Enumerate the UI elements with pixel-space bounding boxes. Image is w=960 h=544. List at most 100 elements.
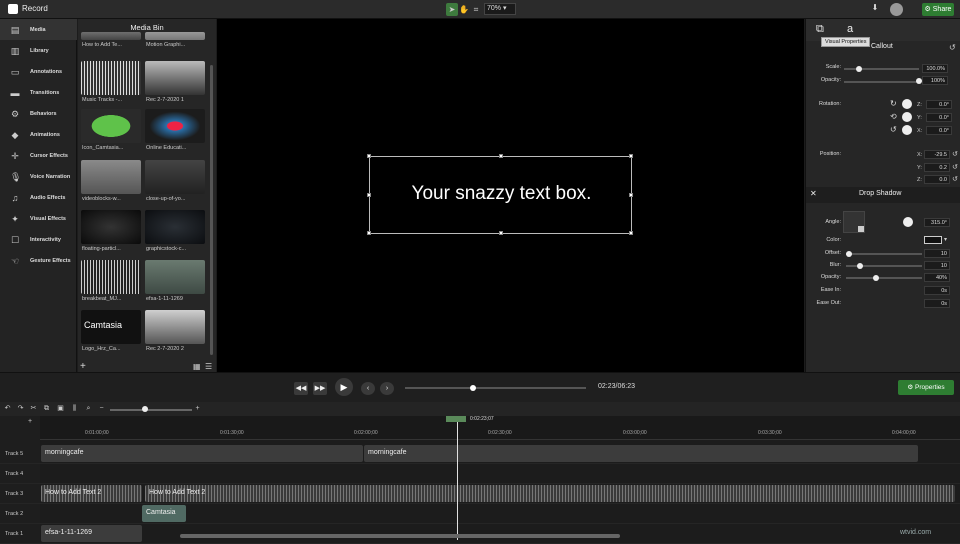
copy-icon[interactable]: ⧉	[42, 404, 51, 413]
undo-icon[interactable]: ↶	[3, 404, 12, 413]
text-properties-tab[interactable]: a	[847, 23, 853, 35]
record-button[interactable]: Record	[22, 4, 48, 13]
resize-handle[interactable]	[499, 154, 503, 158]
avatar[interactable]	[890, 3, 903, 16]
timeline-ruler[interactable]: 0:01:00;00 0:01:30;00 0:02:00;00 0:02:30;00…	[40, 416, 960, 440]
tool-library[interactable]: ▥ Library	[0, 40, 77, 61]
play-button[interactable]: ▶	[335, 378, 353, 396]
resize-handle[interactable]	[629, 231, 633, 235]
zoom-in-icon[interactable]: +	[193, 404, 202, 413]
list-view-icon[interactable]: ☰	[205, 362, 212, 371]
media-thumbnail[interactable]	[81, 210, 141, 244]
media-thumbnail[interactable]	[145, 310, 205, 344]
audio-clip[interactable]: morningcafe	[364, 445, 918, 462]
crop-tool-icon[interactable]: ⌗	[470, 3, 482, 16]
next-button[interactable]: ›	[380, 382, 394, 395]
reset-icon[interactable]: ↺	[952, 150, 958, 158]
pan-tool-icon[interactable]: ✋	[458, 3, 470, 16]
select-tool-icon[interactable]: ➤	[446, 3, 458, 16]
zoom-select[interactable]: 70% ▾	[484, 3, 516, 15]
step-forward-button[interactable]: ▶▶	[313, 382, 327, 395]
media-thumbnail[interactable]	[145, 109, 205, 143]
blur-knob[interactable]	[857, 263, 863, 269]
opacity-field[interactable]: 100%	[922, 76, 948, 85]
scrub-knob[interactable]	[470, 385, 476, 391]
chevron-down-icon[interactable]: ▾	[944, 236, 947, 243]
position-x-field[interactable]: -29.5	[924, 150, 950, 159]
share-button[interactable]: ⚙ Share	[922, 3, 954, 16]
ease-out-field[interactable]: 0s	[924, 299, 950, 308]
media-clip[interactable]: efsa-1-11-1269	[41, 525, 142, 542]
ease-in-field[interactable]: 0s	[924, 286, 950, 295]
resize-handle[interactable]	[629, 154, 633, 158]
download-icon[interactable]: ⬇	[870, 3, 880, 15]
media-bin-scrollbar[interactable]	[210, 65, 213, 355]
media-thumbnail[interactable]	[145, 32, 205, 40]
reset-icon[interactable]: ↺	[949, 43, 956, 52]
blur-field[interactable]: 10	[924, 261, 950, 270]
shadow-opacity-knob[interactable]	[873, 275, 879, 281]
tool-transitions[interactable]: ▬ Transitions	[0, 82, 77, 103]
visual-properties-icon[interactable]: ⧉	[816, 23, 824, 36]
split-icon[interactable]: ⫼	[70, 404, 79, 413]
reset-icon[interactable]: ↺	[952, 175, 958, 183]
rotation-x-field[interactable]: 0.0°	[926, 126, 952, 135]
media-thumbnail[interactable]	[145, 61, 205, 95]
audio-clip[interactable]: morningcafe	[41, 445, 363, 462]
media-thumbnail[interactable]	[145, 210, 205, 244]
rotation-z-dial[interactable]	[902, 99, 912, 109]
logo-clip[interactable]: Camtasia	[142, 505, 186, 522]
zoom-out-icon[interactable]: −	[97, 404, 106, 413]
tool-animations[interactable]: ◆ Animations	[0, 124, 77, 145]
properties-button[interactable]: ⚙ Properties	[898, 380, 954, 395]
video-clip[interactable]: How to Add Text 2	[145, 485, 955, 502]
opacity-slider[interactable]	[844, 81, 919, 83]
angle-grid[interactable]	[843, 211, 865, 233]
redo-icon[interactable]: ↷	[16, 404, 25, 413]
reset-icon[interactable]: ↺	[952, 163, 958, 171]
canvas[interactable]: Your snazzy text box.	[217, 19, 804, 372]
rotation-z-field[interactable]: 0.0°	[926, 100, 952, 109]
callout-textbox[interactable]: Your snazzy text box.	[367, 154, 633, 235]
paste-icon[interactable]: ▣	[56, 404, 65, 413]
tool-interactivity[interactable]: ☐ Interactivity	[0, 229, 77, 250]
cut-icon[interactable]: ✂	[29, 404, 38, 413]
position-y-field[interactable]: 0.2	[924, 163, 950, 172]
playhead-handle[interactable]	[446, 416, 466, 422]
playhead[interactable]	[457, 422, 458, 540]
scrub-bar[interactable]	[405, 387, 586, 389]
timeline-scrollbar[interactable]	[180, 534, 620, 538]
resize-handle[interactable]	[367, 231, 371, 235]
zoom-icon[interactable]: ⌕	[84, 404, 93, 413]
media-thumbnail[interactable]	[81, 260, 141, 294]
media-thumbnail[interactable]	[145, 160, 205, 194]
previous-button[interactable]: ‹	[361, 382, 375, 395]
rotation-x-dial[interactable]	[902, 125, 912, 135]
timeline-zoom-slider[interactable]	[110, 409, 192, 411]
media-thumbnail[interactable]	[145, 260, 205, 294]
step-back-button[interactable]: ◀◀	[294, 382, 308, 395]
tool-gesture-effects[interactable]: ☜ Gesture Effects	[0, 250, 77, 271]
close-icon[interactable]: ✕	[810, 189, 817, 198]
media-thumbnail[interactable]	[81, 160, 141, 194]
offset-slider[interactable]	[846, 253, 922, 255]
resize-handle[interactable]	[367, 154, 371, 158]
offset-field[interactable]: 10	[924, 249, 950, 258]
scale-field[interactable]: 100.0%	[922, 64, 948, 73]
angle-dial[interactable]	[903, 217, 913, 227]
resize-handle[interactable]	[367, 193, 371, 197]
rotation-y-dial[interactable]	[902, 112, 912, 122]
rotation-y-field[interactable]: 0.0°	[926, 113, 952, 122]
angle-field[interactable]: 315.0°	[924, 218, 950, 227]
tool-voice-narration[interactable]: 🎙 Voice Narration	[0, 166, 77, 187]
shadow-color-swatch[interactable]	[924, 236, 942, 244]
add-media-button[interactable]: +	[80, 361, 86, 372]
timeline-zoom-knob[interactable]	[142, 406, 148, 412]
scale-knob[interactable]	[856, 66, 862, 72]
add-track-icon[interactable]: +	[28, 418, 32, 425]
record-icon[interactable]	[8, 4, 18, 14]
tool-cursor-effects[interactable]: ✛ Cursor Effects	[0, 145, 77, 166]
shadow-opacity-field[interactable]: 40%	[924, 273, 950, 282]
tool-annotations[interactable]: ▭ Annotations	[0, 61, 77, 82]
media-thumbnail[interactable]	[81, 32, 141, 40]
